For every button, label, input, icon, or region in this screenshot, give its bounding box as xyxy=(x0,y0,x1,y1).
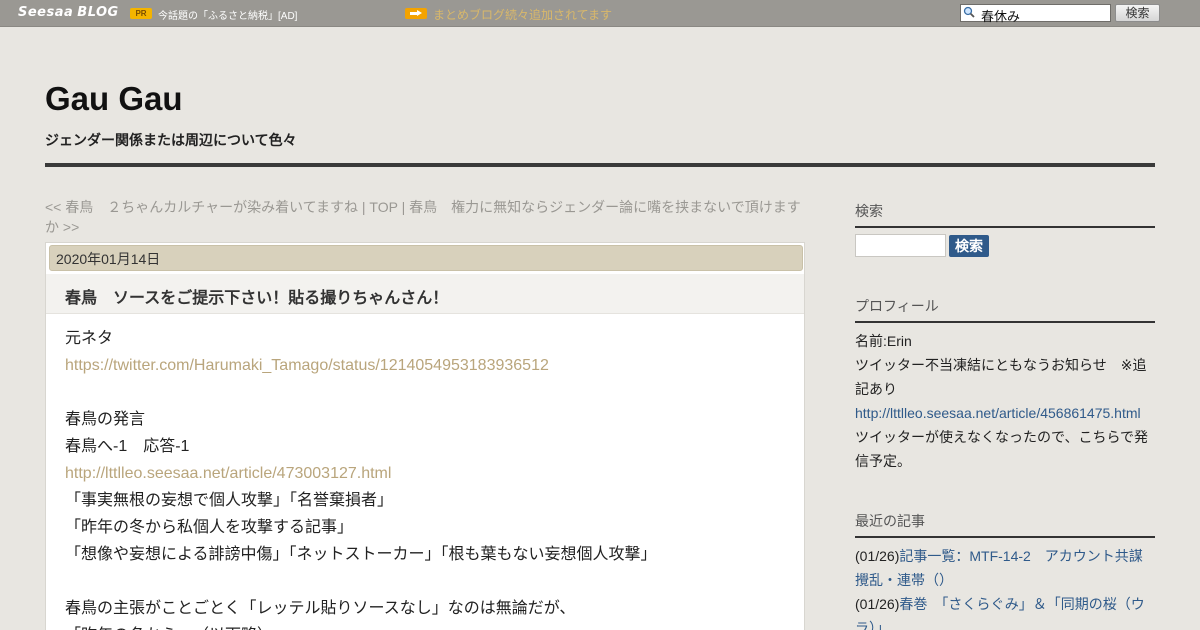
body-line: 「想像や妄想による誹謗中傷」「ネットストーカー」「根も葉もない妄想個人攻撃」 xyxy=(65,546,657,563)
search-icon xyxy=(963,6,975,18)
seesaa-blog-logo[interactable]: Seesaa BLOG xyxy=(18,5,119,20)
arrow-right-icon xyxy=(405,8,427,19)
body-line: 「事実無根の妄想で個人攻撃」「名誉棄損者」 xyxy=(65,492,394,509)
pr-badge: PR xyxy=(130,8,152,19)
blog-title[interactable]: Gau Gau xyxy=(45,80,183,118)
ad-link[interactable]: 今話題の「ふるさと納税」[AD] xyxy=(158,7,297,22)
sidebar-search-button[interactable]: 検索 xyxy=(949,235,989,257)
nav-separator: | xyxy=(397,199,410,215)
recent-article-link[interactable]: 記事一覧：MTF-14-2 アカウント共謀攪乱・連帯（） xyxy=(855,548,1143,588)
body-line: 「昨年の冬から…（以下略）」 xyxy=(65,622,785,630)
article: 2020年01月14日 春鳥 ソースをご提示下さい！貼る撮りちゃんさん！ 元ネタ… xyxy=(45,242,805,630)
top-bar: Seesaa BLOG PR 今話題の「ふるさと納税」[AD] まとめブログ続々追… xyxy=(0,0,1200,27)
body-line xyxy=(65,379,785,406)
article-title[interactable]: 春鳥 ソースをご提示下さい！貼る撮りちゃんさん！ xyxy=(65,284,448,308)
sidebar-search-input[interactable] xyxy=(855,234,946,257)
body-line: 春鳥の発言 xyxy=(65,411,146,428)
article-body: 元ネタ https://twitter.com/Harumaki_Tamago/… xyxy=(65,325,785,630)
recent-article-date: (01/26) xyxy=(855,548,900,564)
top-search-value: 春休み xyxy=(981,9,1021,24)
top-search-button[interactable]: 検索 xyxy=(1115,4,1160,22)
body-line: 春鳥の主張がことごとく「レッテル貼りソースなし」なのは無論だが、 xyxy=(65,600,576,617)
recent-article-link[interactable]: 春巻 「さくらぐみ」＆「同期の桜（ウラ）」 xyxy=(855,596,1145,630)
promo-link[interactable]: まとめブログ続々追加されてます xyxy=(433,6,612,23)
body-line: 「昨年の冬から私個人を攻撃する記事」 xyxy=(65,519,354,536)
body-link[interactable]: http://lttlleo.seesaa.net/article/473003… xyxy=(65,460,785,487)
recent-article-item: (01/26)春巻 「さくらぐみ」＆「同期の桜（ウラ）」 xyxy=(855,592,1155,630)
profile-notice: ツイッター不当凍結にともなうお知らせ ※追記あり xyxy=(855,357,1147,397)
article-date: 2020年01月14日 xyxy=(49,245,803,271)
blog-description: ジェンダー関係または周辺について色々 xyxy=(45,132,297,148)
body-link[interactable]: https://twitter.com/Harumaki_Tamago/stat… xyxy=(65,352,785,379)
recent-articles-list: (01/26)記事一覧：MTF-14-2 アカウント共謀攪乱・連帯（） (01/… xyxy=(855,544,1155,630)
body-line: 春鳥へ-1 応答-1 xyxy=(65,438,190,455)
logo-blog-text: BLOG xyxy=(77,5,119,20)
body-line: 元ネタ xyxy=(65,330,114,347)
article-navigation: << 春鳥 ２ちゃんカルチャーが染み着いてますね | TOP | 春鳥 権力に無… xyxy=(45,197,810,237)
body-line xyxy=(65,568,785,595)
top-link[interactable]: TOP xyxy=(369,199,397,215)
header-divider xyxy=(45,163,1155,167)
profile-name: 名前:Erin xyxy=(855,333,912,349)
sidebar-recent-heading: 最近の記事 xyxy=(855,511,1155,538)
recent-article-date: (01/26) xyxy=(855,596,900,612)
recent-article-item: (01/26)記事一覧：MTF-14-2 アカウント共謀攪乱・連帯（） xyxy=(855,544,1155,592)
article-title-bar: 春鳥 ソースをご提示下さい！貼る撮りちゃんさん！ xyxy=(46,274,804,314)
prev-article-link[interactable]: << 春鳥 ２ちゃんカルチャーが染み着いてますね xyxy=(45,199,358,215)
top-search-input[interactable]: 春休み xyxy=(960,4,1111,24)
logo-text: Seesaa xyxy=(18,5,74,20)
profile-link[interactable]: http://lttlleo.seesaa.net/article/456861… xyxy=(855,405,1141,421)
profile-content: 名前:Erin ツイッター不当凍結にともなうお知らせ ※追記あり http://… xyxy=(855,329,1155,473)
profile-note: ツイッターが使えなくなったので、こちらで発信予定。 xyxy=(855,429,1149,469)
nav-separator: | xyxy=(357,199,370,215)
sidebar-profile-heading: プロフィール xyxy=(855,296,1155,323)
sidebar-search-heading: 検索 xyxy=(855,201,1155,228)
